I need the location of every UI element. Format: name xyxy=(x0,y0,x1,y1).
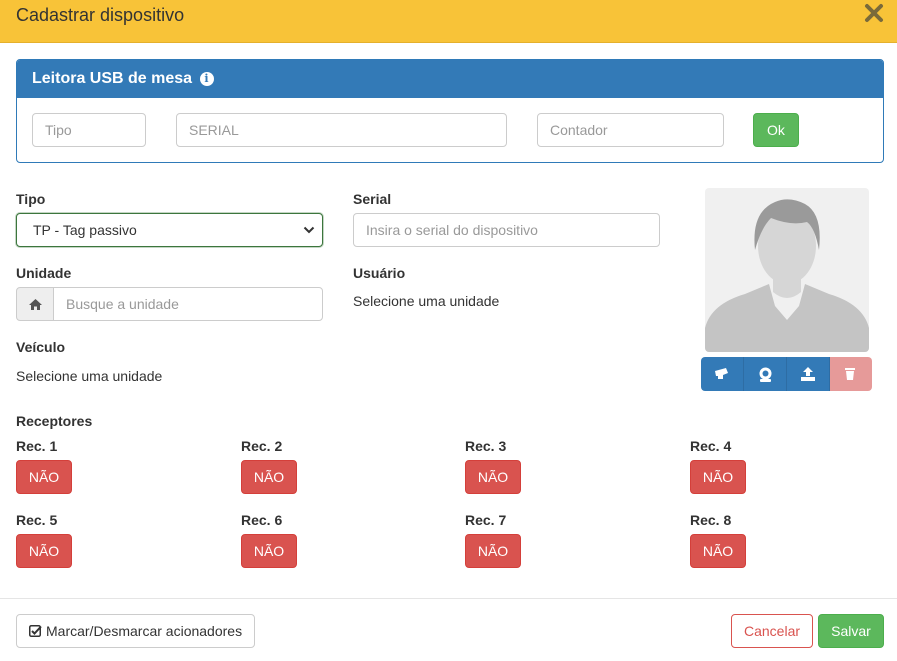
rec-toggle-button[interactable]: NÃO xyxy=(465,460,521,494)
modal-title: Cadastrar dispositivo xyxy=(16,5,185,25)
usb-reader-panel: Leitora USB de mesa i xyxy=(16,59,884,163)
serial-label: Serial xyxy=(353,191,392,207)
chevron-down-icon xyxy=(303,226,315,234)
rec-label: Rec. 4 xyxy=(690,438,732,454)
rec-label: Rec. 1 xyxy=(16,438,58,454)
veiculo-value: Selecione uma unidade xyxy=(16,368,163,384)
unidade-label: Unidade xyxy=(16,265,72,281)
info-icon[interactable]: i xyxy=(199,72,214,86)
avatar xyxy=(705,188,869,352)
usuario-label: Usuário xyxy=(353,265,406,281)
rec-label: Rec. 6 xyxy=(241,512,283,528)
rec-toggle-button[interactable]: NÃO xyxy=(241,460,297,494)
reader-contador-input[interactable]: Contador xyxy=(537,113,724,147)
rec-toggle-button[interactable]: NÃO xyxy=(16,534,72,568)
footer-divider xyxy=(0,598,897,599)
upload-icon[interactable] xyxy=(787,357,830,391)
cancel-button[interactable]: Cancelar xyxy=(731,614,813,648)
rec-label: Rec. 3 xyxy=(465,438,507,454)
serial-input[interactable]: Insira o serial do dispositivo xyxy=(353,213,660,247)
tipo-label: Tipo xyxy=(16,191,46,207)
save-button[interactable]: Salvar xyxy=(818,614,884,648)
receptores-title: Receptores xyxy=(16,413,93,429)
checkbox-icon xyxy=(29,625,42,637)
rec-label: Rec. 5 xyxy=(16,512,58,528)
usuario-value: Selecione uma unidade xyxy=(353,293,500,309)
rec-label: Rec. 7 xyxy=(465,512,507,528)
rec-toggle-button[interactable]: NÃO xyxy=(690,534,746,568)
rec-toggle-button[interactable]: NÃO xyxy=(241,534,297,568)
unidade-search-input[interactable]: Busque a unidade xyxy=(53,287,323,321)
toggle-acionadores-label: Marcar/Desmarcar acionadores xyxy=(46,623,243,639)
reader-tipo-input[interactable]: Tipo xyxy=(32,113,146,147)
home-icon xyxy=(16,287,54,321)
tipo-select-value: TP - Tag passivo xyxy=(33,222,137,238)
tipo-select[interactable]: TP - Tag passivo xyxy=(16,213,323,247)
panel-heading: Leitora USB de mesa i xyxy=(17,60,883,98)
rec-toggle-button[interactable]: NÃO xyxy=(16,460,72,494)
ok-button[interactable]: Ok xyxy=(753,113,799,147)
modal-header: Cadastrar dispositivo xyxy=(0,0,897,43)
close-icon[interactable] xyxy=(864,3,884,23)
webcam-icon[interactable] xyxy=(744,357,787,391)
photo-actions xyxy=(701,357,872,391)
veiculo-label: Veículo xyxy=(16,339,66,355)
camera-icon[interactable] xyxy=(701,357,744,391)
rec-toggle-button[interactable]: NÃO xyxy=(465,534,521,568)
rec-label: Rec. 8 xyxy=(690,512,732,528)
unidade-input-group: Busque a unidade xyxy=(16,287,323,321)
rec-label: Rec. 2 xyxy=(241,438,283,454)
panel-title: Leitora USB de mesa xyxy=(32,70,193,87)
reader-serial-input[interactable]: SERIAL xyxy=(176,113,507,147)
toggle-acionadores-button[interactable]: Marcar/Desmarcar acionadores xyxy=(16,614,255,648)
trash-icon[interactable] xyxy=(830,357,872,391)
rec-toggle-button[interactable]: NÃO xyxy=(690,460,746,494)
